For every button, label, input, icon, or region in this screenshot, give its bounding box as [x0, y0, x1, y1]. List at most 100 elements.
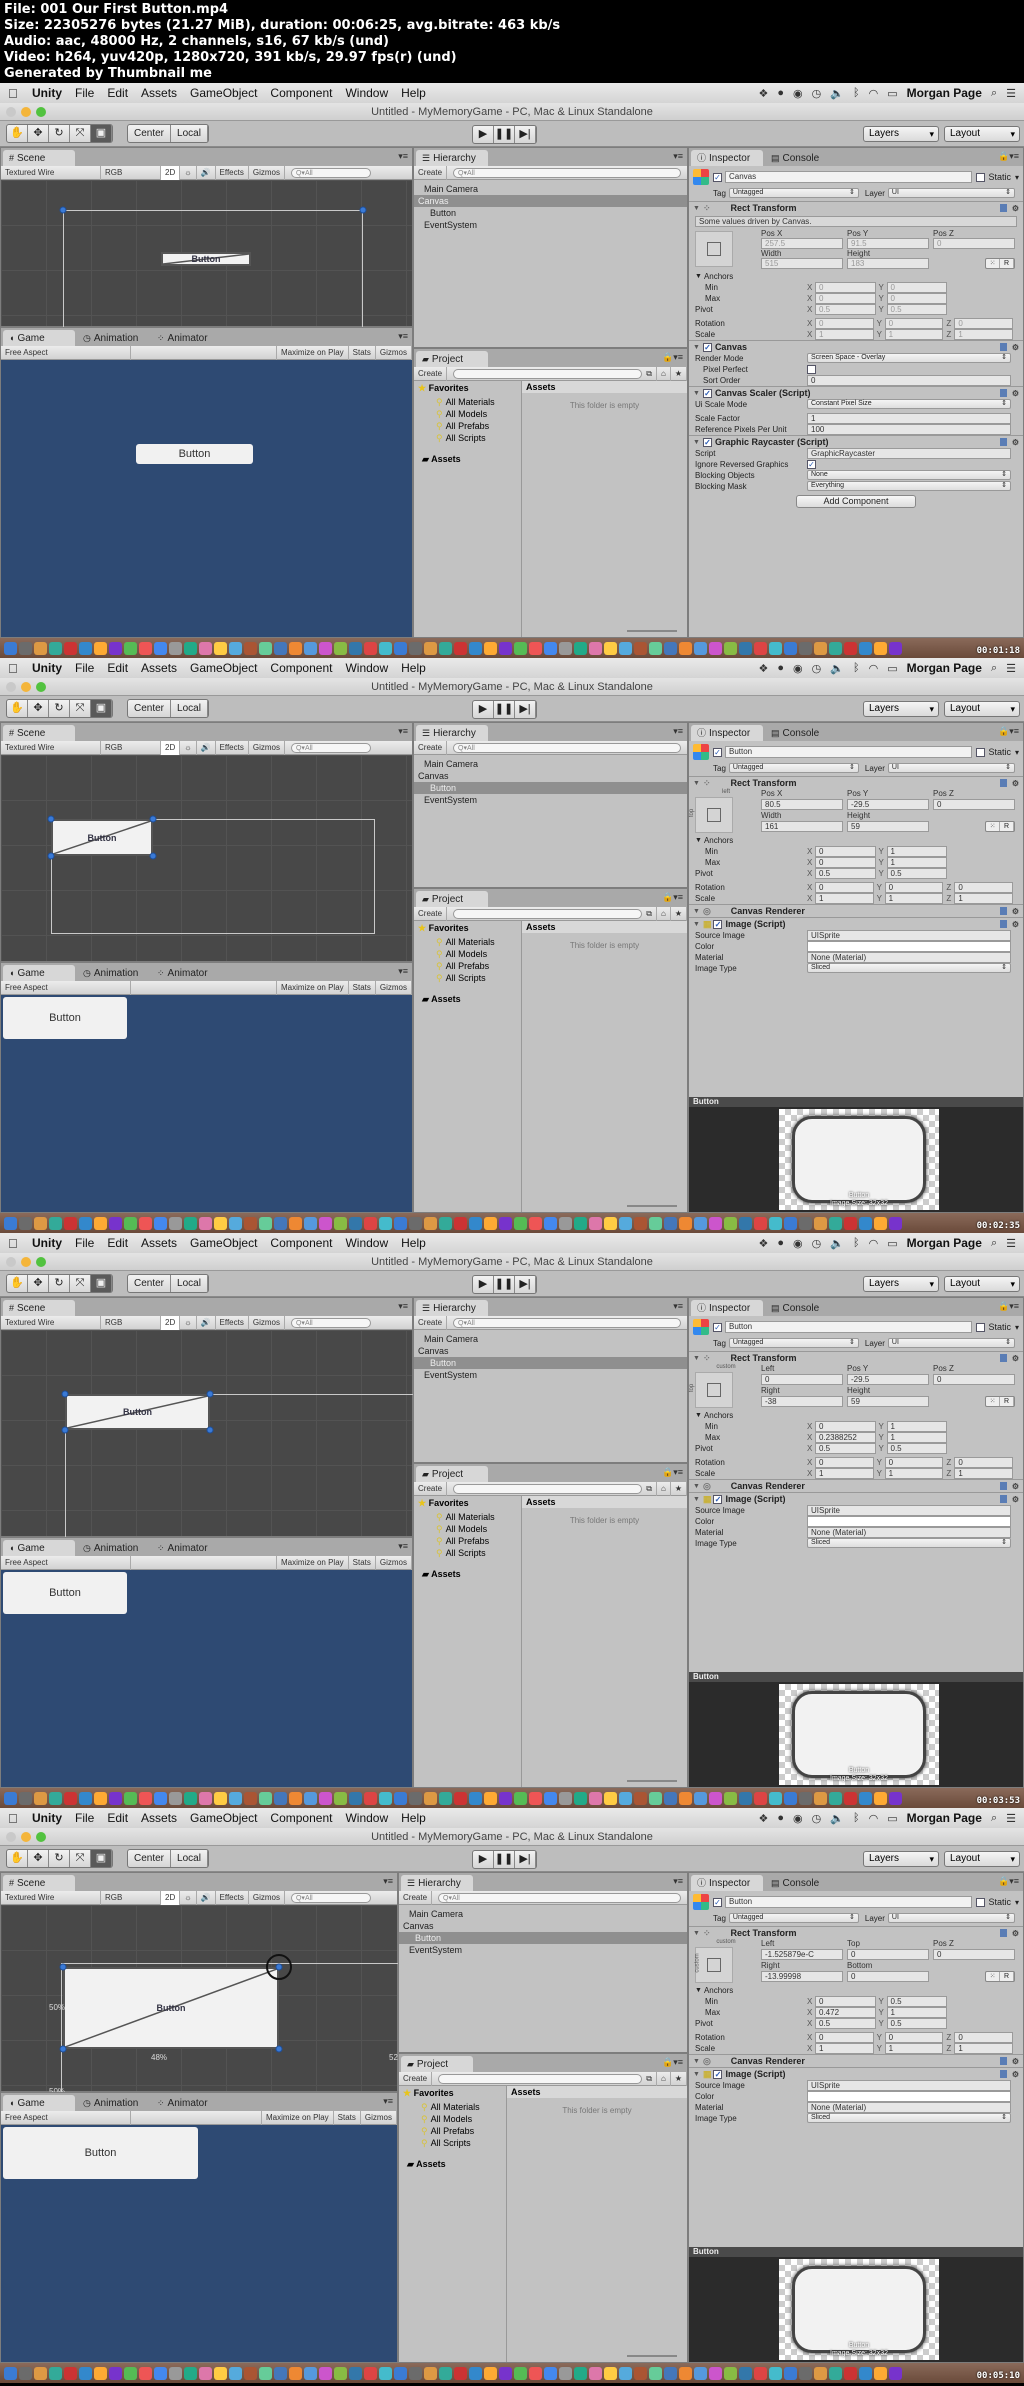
rect-handle[interactable] — [59, 2045, 67, 2053]
dock-app-icon[interactable] — [139, 2366, 152, 2380]
dock-app-icon[interactable] — [259, 1791, 272, 1805]
dock-app-icon[interactable] — [589, 1791, 602, 1805]
maximize-on-play-toggle[interactable]: Maximize on Play — [275, 345, 349, 360]
rotation-z[interactable]: 0 — [954, 1456, 1014, 1468]
dock-app-icon[interactable] — [619, 2366, 632, 2380]
hand-tool-icon[interactable]: ✋ — [7, 1275, 28, 1292]
hierarchy-item-canvas[interactable]: Canvas — [414, 770, 687, 782]
step-icon[interactable]: ▶| — [515, 126, 536, 143]
dropbox-icon[interactable]: ❖ — [759, 1812, 769, 1825]
spotlight-icon[interactable]: ⌕ — [991, 662, 997, 675]
dock-app-icon[interactable] — [319, 1791, 332, 1805]
notification-icon[interactable]: ☰ — [1006, 662, 1016, 675]
help-book-icon[interactable] — [1000, 389, 1007, 397]
menu-unity[interactable]: Unity — [32, 661, 62, 675]
layout-dropdown[interactable]: Layout — [944, 126, 1020, 142]
dock-app-icon[interactable] — [319, 1216, 332, 1230]
apple-icon[interactable]:  — [8, 661, 22, 676]
dock-app-icon[interactable] — [709, 641, 722, 655]
dock-app-icon[interactable] — [424, 641, 437, 655]
script-field[interactable]: GraphicRaycaster — [807, 447, 1011, 459]
rt-field-4[interactable]: 161 — [761, 821, 843, 832]
dock-app-icon[interactable] — [784, 641, 797, 655]
audio-toggle-icon[interactable]: 🔊 — [197, 1315, 216, 1330]
dock-app-icon[interactable] — [244, 1791, 257, 1805]
dock-app-icon[interactable] — [139, 1791, 152, 1805]
rotation-z[interactable]: 0 — [954, 2031, 1014, 2043]
rotation-x[interactable]: 0 — [815, 2031, 874, 2043]
menu-component[interactable]: Component — [270, 86, 332, 100]
graphic-raycaster-checkbox[interactable]: ✓ — [702, 437, 712, 447]
panel-menu-icon[interactable]: ▾≡ — [673, 1876, 683, 1887]
dock-app-icon[interactable] — [289, 2366, 302, 2380]
dock-app-icon[interactable] — [829, 1216, 842, 1230]
blueprint-mode-icon[interactable]: ⁙ — [986, 1397, 1000, 1406]
project-search-input[interactable] — [438, 2073, 643, 2084]
rect-handle[interactable] — [59, 206, 67, 214]
favorite-all-models[interactable]: All Models — [414, 948, 521, 960]
dock-app-icon[interactable] — [529, 2366, 542, 2380]
image-enabled-checkbox[interactable]: ✓ — [713, 1494, 723, 1504]
dock-app-icon[interactable] — [559, 641, 572, 655]
dock-app-icon[interactable] — [829, 641, 842, 655]
layers-dropdown[interactable]: Layers — [863, 701, 939, 717]
help-book-icon[interactable] — [1000, 2070, 1007, 2078]
gear-icon[interactable]: ⚙ — [1012, 1495, 1019, 1504]
dock-app-icon[interactable] — [739, 1791, 752, 1805]
static-checkbox[interactable] — [976, 1322, 986, 1332]
dock-app-icon[interactable] — [109, 1791, 122, 1805]
dock-app-icon[interactable] — [544, 1216, 557, 1230]
menu-help[interactable]: Help — [401, 1236, 426, 1250]
audio-toggle-icon[interactable]: 🔊 — [197, 740, 216, 755]
evernote-icon[interactable]: ● — [777, 87, 784, 99]
layer-dropdown[interactable]: UI — [887, 1913, 1015, 1923]
image-script-header[interactable]: ▼ ▦ ✓ Image (Script) ⚙ — [689, 2067, 1023, 2080]
rect-tool-icon[interactable]: ▣ — [91, 700, 112, 717]
dock-app-icon[interactable] — [214, 1216, 227, 1230]
game-gizmos-dropdown[interactable]: Gizmos — [361, 2110, 397, 2125]
notification-icon[interactable]: ☰ — [1006, 1812, 1016, 1825]
anchor-min-x[interactable]: 0 — [815, 281, 876, 293]
project-search-input[interactable] — [453, 1483, 643, 1494]
game-ui-button[interactable]: Button — [136, 444, 253, 464]
anchor-presets-button[interactable] — [695, 231, 733, 267]
dock-app-icon[interactable] — [679, 2366, 692, 2380]
rotation-x[interactable]: 0 — [815, 1456, 874, 1468]
panel-menu-icon[interactable]: ▾≡ — [398, 1541, 408, 1552]
dock-app-icon[interactable] — [94, 2366, 107, 2380]
tab-project[interactable]: ▰ Project — [401, 2056, 473, 2072]
help-book-icon[interactable] — [1000, 343, 1007, 351]
anchors-foldout-icon[interactable]: ▼ — [695, 273, 702, 280]
pivot-y[interactable]: 0.5 — [886, 1442, 947, 1454]
favorite-all-prefabs[interactable]: All Prefabs — [414, 1535, 521, 1547]
dock-app-icon[interactable] — [139, 641, 152, 655]
rect-tool-icon[interactable]: ▣ — [91, 125, 112, 142]
dock-app-icon[interactable] — [334, 2366, 347, 2380]
layout-dropdown[interactable]: Layout — [944, 1851, 1020, 1867]
filter-label-icon[interactable]: ⌂ — [657, 2071, 671, 2086]
dock-app-icon[interactable] — [634, 641, 647, 655]
rotation-x[interactable]: 0 — [815, 881, 874, 893]
dock-app-icon[interactable] — [499, 1216, 512, 1230]
pause-icon[interactable]: ❚❚ — [494, 701, 515, 718]
favorite-all-materials[interactable]: All Materials — [414, 936, 521, 948]
rotate-tool-icon[interactable]: ↻ — [49, 125, 70, 142]
help-book-icon[interactable] — [1000, 438, 1007, 446]
favorite-star-icon[interactable]: ★ — [671, 366, 687, 381]
menu-component[interactable]: Component — [270, 661, 332, 675]
play-icon[interactable]: ▶ — [473, 701, 494, 718]
filter-label-icon[interactable]: ⌂ — [657, 366, 671, 381]
dock-app-icon[interactable] — [724, 1216, 737, 1230]
pivot-local-button[interactable]: Local — [171, 125, 208, 142]
rt-field-2[interactable]: 91.5 — [847, 238, 929, 249]
layer-dropdown[interactable]: UI — [887, 763, 1015, 773]
dock-app-icon[interactable] — [739, 641, 752, 655]
pivot-center-button[interactable]: Center — [128, 125, 172, 142]
stats-toggle[interactable]: Stats — [349, 345, 376, 360]
dock-app-icon[interactable] — [619, 1791, 632, 1805]
dock-app-icon[interactable] — [124, 641, 137, 655]
tab-hierarchy[interactable]: ☰ Hierarchy — [416, 725, 488, 741]
dock-app-icon[interactable] — [874, 1791, 887, 1805]
menu-help[interactable]: Help — [401, 86, 426, 100]
scale-z[interactable]: 1 — [954, 328, 1014, 340]
